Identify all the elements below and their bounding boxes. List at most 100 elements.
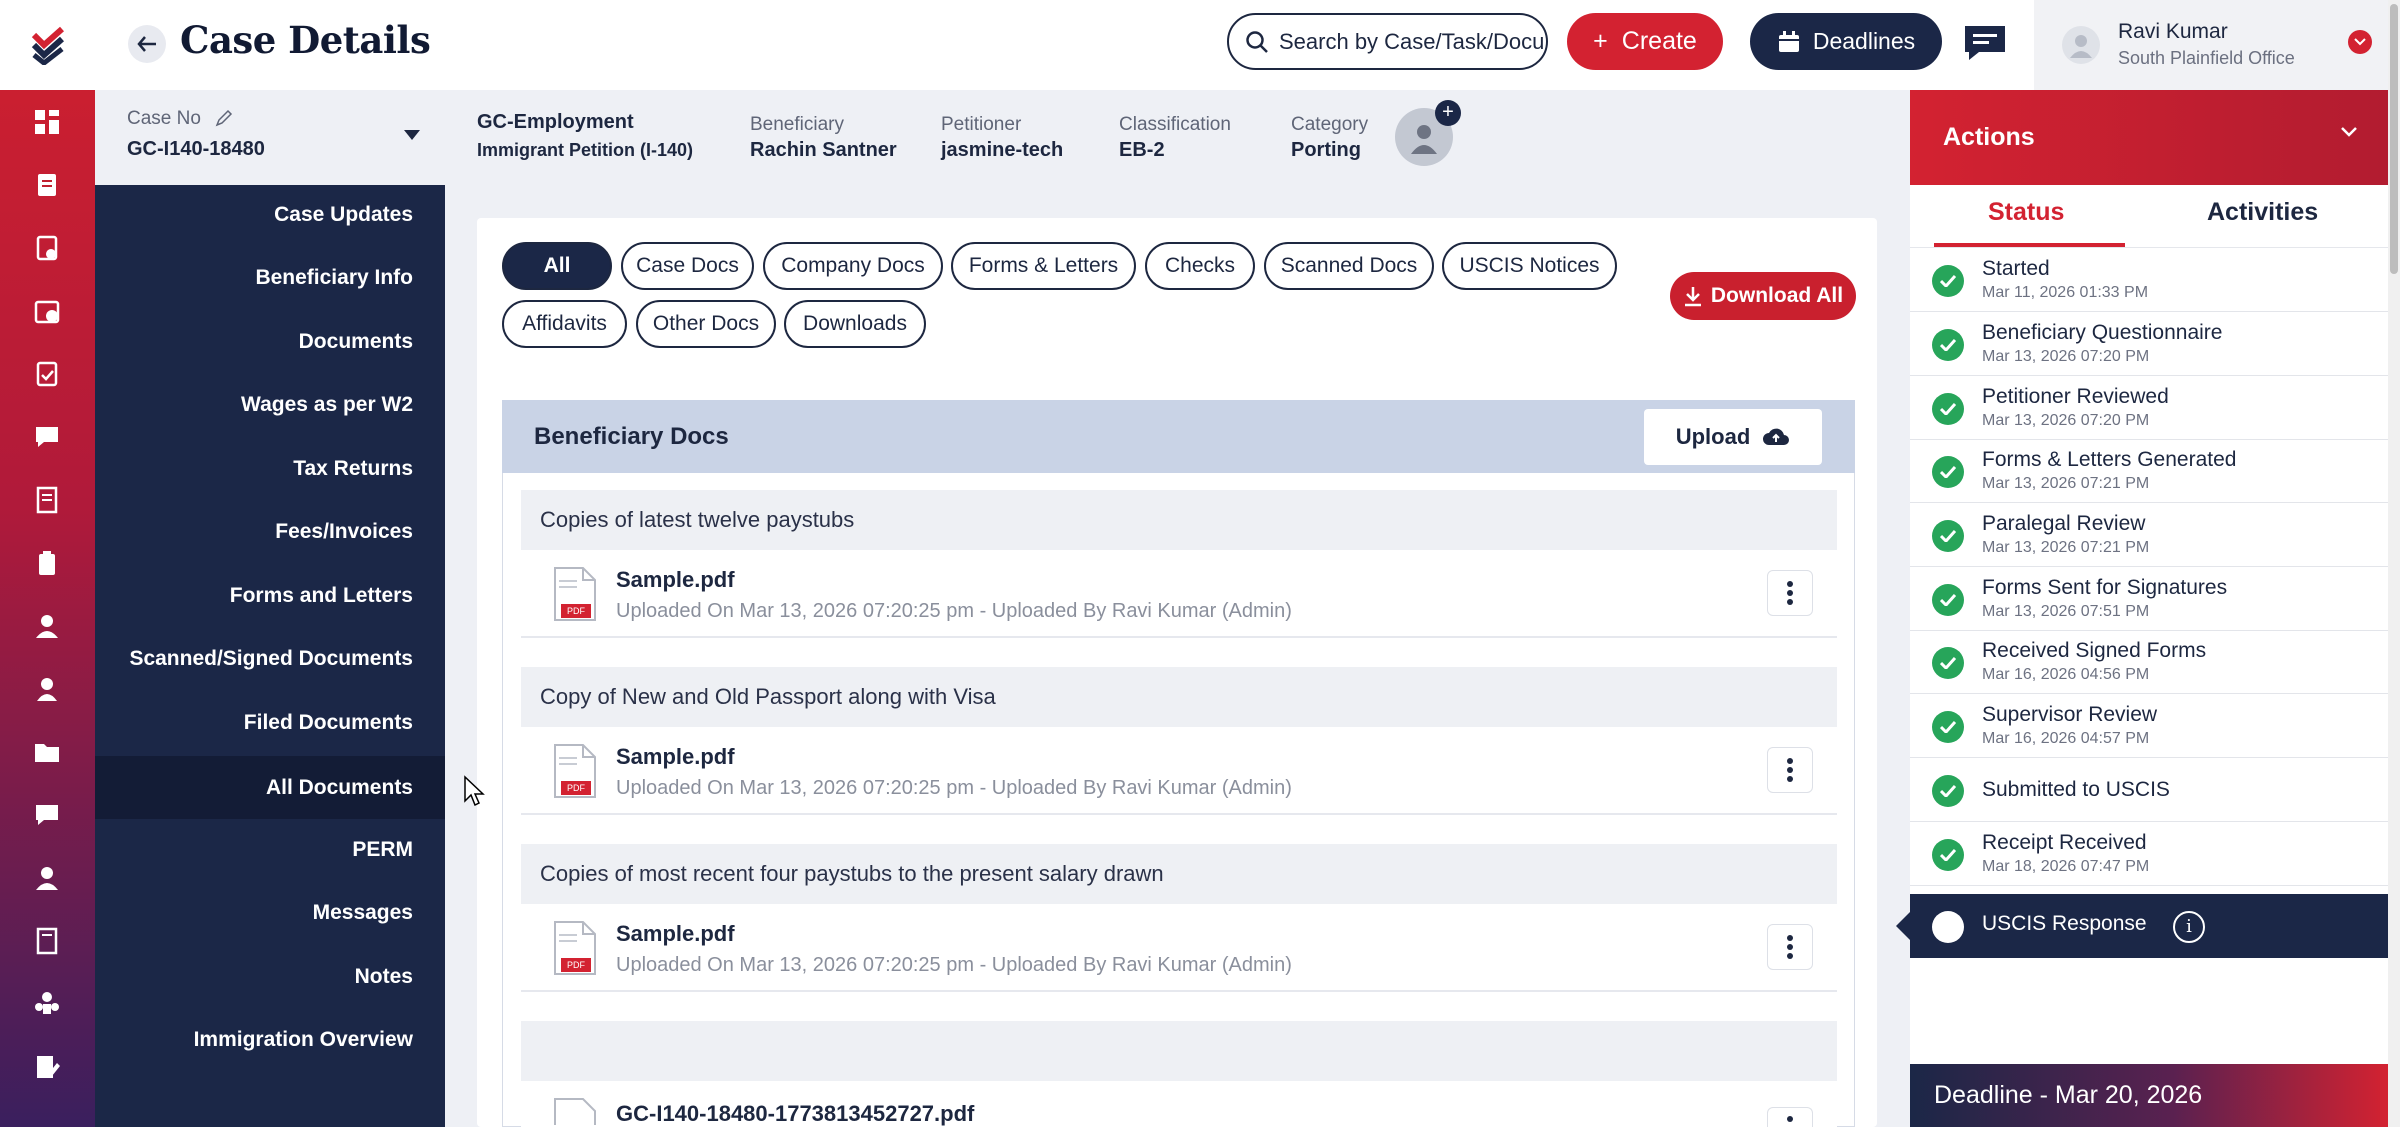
create-button[interactable]: + Create: [1567, 13, 1723, 70]
file-row[interactable]: PDF Sample.pdf Uploaded On Mar 13, 2026 …: [521, 904, 1837, 992]
file-row[interactable]: GC-I140-18480-1773813452727.pdf: [521, 1081, 1837, 1127]
scrollbar-thumb[interactable]: [2390, 4, 2398, 274]
status-date: Mar 13, 2026 07:21 PM: [1982, 539, 2150, 556]
file-row[interactable]: PDF Sample.pdf Uploaded On Mar 13, 2026 …: [521, 727, 1837, 815]
sidenav-item-documents[interactable]: Documents: [299, 330, 413, 354]
petitioner-icon[interactable]: [29, 671, 65, 707]
page-scrollbar[interactable]: [2388, 0, 2400, 1127]
cases-icon[interactable]: [29, 167, 65, 203]
checklist-icon[interactable]: [29, 356, 65, 392]
more-options-icon[interactable]: [1767, 924, 1813, 970]
sidenav-item-immigration-overview[interactable]: Immigration Overview: [194, 1028, 413, 1052]
assignee-avatar[interactable]: +: [1395, 100, 1461, 166]
filter-chip-other-docs[interactable]: Other Docs: [636, 300, 776, 348]
sidenav-item-perm[interactable]: PERM: [352, 838, 413, 862]
more-options-icon[interactable]: [1767, 747, 1813, 793]
beneficiary-label: Beneficiary: [750, 114, 844, 135]
sidenav-item-notes[interactable]: Notes: [355, 965, 413, 989]
sidenav-item-wages[interactable]: Wages as per W2: [241, 393, 413, 417]
edit-document-icon[interactable]: [29, 1049, 65, 1085]
status-label: Petitioner Reviewed: [1982, 385, 2169, 408]
case-number: GC-I140-18480: [127, 138, 265, 160]
team-icon[interactable]: [29, 986, 65, 1022]
tab-status[interactable]: Status: [1988, 198, 2064, 227]
status-label: Beneficiary Questionnaire: [1982, 321, 2223, 344]
deadlines-button[interactable]: Deadlines: [1750, 13, 1942, 70]
sidenav-item-filed-documents[interactable]: Filed Documents: [244, 711, 413, 735]
case-dropdown-icon[interactable]: [404, 130, 420, 140]
folder-icon[interactable]: [29, 734, 65, 770]
chat-icon[interactable]: [1962, 22, 2008, 64]
app-logo[interactable]: [0, 0, 95, 90]
search-input[interactable]: Search by Case/Task/Docu: [1227, 13, 1548, 70]
sidenav-item-case-updates[interactable]: Case Updates: [274, 203, 413, 227]
status-label: Receipt Received: [1982, 831, 2147, 854]
filter-chip-downloads[interactable]: Downloads: [784, 300, 926, 348]
sidenav-item-fees[interactable]: Fees/Invoices: [275, 520, 413, 544]
sidenav-item-tax-returns[interactable]: Tax Returns: [293, 457, 413, 481]
tasks-icon[interactable]: [29, 230, 65, 266]
app-rail: [0, 0, 95, 1127]
billing-icon[interactable]: [29, 293, 65, 329]
file-name[interactable]: Sample.pdf: [616, 921, 735, 947]
top-bar: Case Details Search by Case/Task/Docu + C…: [95, 0, 2400, 90]
filter-chip-all[interactable]: All: [502, 242, 612, 290]
actions-panel: Actions Status Activities USCIS Response…: [1896, 90, 2388, 1127]
actions-header[interactable]: Actions: [1910, 90, 2388, 185]
filter-chip-company-docs[interactable]: Company Docs: [763, 242, 943, 290]
chevron-down-icon[interactable]: [2340, 126, 2358, 138]
more-options-icon[interactable]: [1767, 1107, 1813, 1127]
messages-icon[interactable]: [29, 419, 65, 455]
more-options-icon[interactable]: [1767, 570, 1813, 616]
filter-chip-forms-letters[interactable]: Forms & Letters: [951, 242, 1136, 290]
filter-chip-affidavits[interactable]: Affidavits: [502, 300, 627, 348]
beneficiary-name: Rachin Santner: [750, 139, 897, 161]
status-date: Mar 13, 2026 07:20 PM: [1982, 348, 2150, 365]
sidenav-item-forms-letters[interactable]: Forms and Letters: [230, 584, 413, 608]
info-icon[interactable]: i: [2173, 911, 2205, 943]
reports-icon[interactable]: [29, 482, 65, 518]
file-meta: Uploaded On Mar 13, 2026 07:20:25 pm - U…: [616, 600, 1292, 622]
filter-chip-case-docs[interactable]: Case Docs: [621, 242, 754, 290]
user-profile[interactable]: Ravi Kumar South Plainfield Office: [2034, 0, 2400, 90]
status-item-pending[interactable]: USCIS Response i: [1896, 894, 2388, 958]
status-label: Forms Sent for Signatures: [1982, 576, 2228, 599]
search-placeholder: Search by Case/Task/Docu: [1279, 28, 1545, 54]
check-circle-icon: [1932, 456, 1964, 488]
notes-icon[interactable]: [29, 797, 65, 833]
sidenav-item-beneficiary-info[interactable]: Beneficiary Info: [255, 266, 413, 290]
file-name[interactable]: Sample.pdf: [616, 567, 735, 593]
add-assignee-icon[interactable]: +: [1435, 100, 1461, 126]
file-name[interactable]: Sample.pdf: [616, 744, 735, 770]
status-label: Submitted to USCIS: [1982, 778, 2170, 801]
clipboard-icon[interactable]: [29, 545, 65, 581]
search-icon: [1246, 30, 1268, 53]
file-row[interactable]: PDF Sample.pdf Uploaded On Mar 13, 2026 …: [521, 550, 1837, 638]
filter-chip-uscis-notices[interactable]: USCIS Notices: [1442, 242, 1617, 290]
download-all-button[interactable]: Download All: [1670, 272, 1856, 320]
filter-chip-checks[interactable]: Checks: [1145, 242, 1255, 290]
back-button[interactable]: [128, 25, 166, 63]
user-admin-icon[interactable]: [29, 860, 65, 896]
status-label: Started: [1982, 257, 2050, 280]
sidenav-item-scanned-signed[interactable]: Scanned/Signed Documents: [129, 647, 413, 671]
status-label: USCIS Response: [1982, 912, 2147, 935]
classification-value: EB-2: [1119, 139, 1165, 161]
category-value: Porting: [1291, 139, 1361, 161]
beneficiary-icon[interactable]: [29, 608, 65, 644]
file-name[interactable]: GC-I140-18480-1773813452727.pdf: [616, 1101, 974, 1127]
sidenav-item-all-documents[interactable]: All Documents: [95, 756, 445, 819]
pencil-icon[interactable]: [215, 109, 233, 127]
tab-activities[interactable]: Activities: [2207, 198, 2318, 227]
download-all-label: Download All: [1710, 284, 1844, 307]
case-type: GC-Employment: [477, 111, 634, 133]
book-icon[interactable]: [29, 923, 65, 959]
sidenav-item-messages[interactable]: Messages: [313, 901, 413, 925]
filter-chip-scanned-docs[interactable]: Scanned Docs: [1264, 242, 1434, 290]
chevron-down-icon[interactable]: [2348, 30, 2372, 54]
upload-button[interactable]: Upload: [1644, 409, 1822, 465]
case-no-label: Case No: [127, 108, 201, 129]
dashboard-icon[interactable]: [29, 104, 65, 140]
status-label: Supervisor Review: [1982, 703, 2158, 726]
check-circle-icon: [1932, 265, 1964, 297]
